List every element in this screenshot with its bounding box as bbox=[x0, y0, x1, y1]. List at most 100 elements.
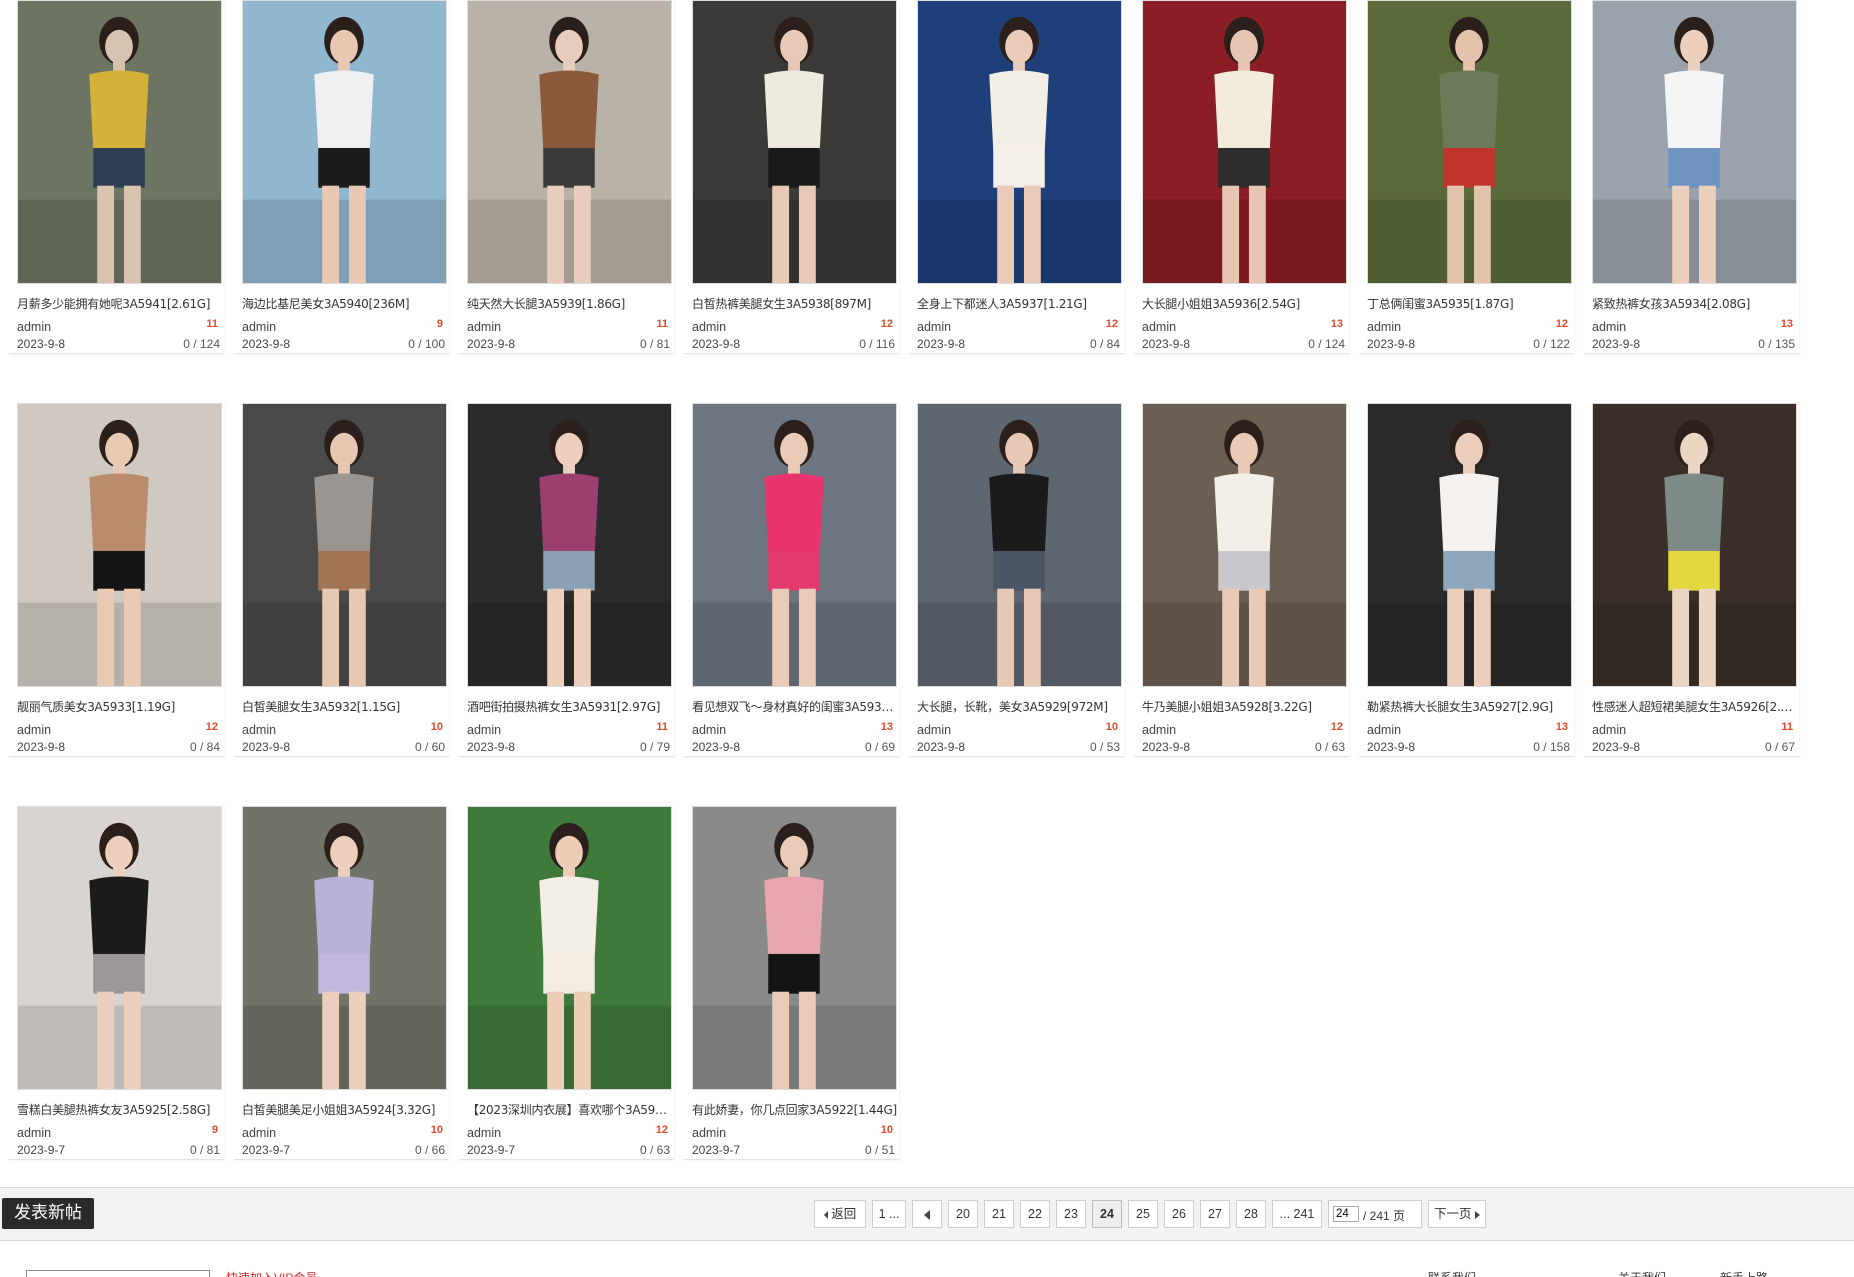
thread-title[interactable]: 大长腿小姐姐3A5936[2.54G] bbox=[1142, 295, 1347, 312]
page-first[interactable]: 1 ... bbox=[872, 1200, 906, 1228]
thread-author[interactable]: admin bbox=[1367, 723, 1401, 737]
thread-author[interactable]: admin bbox=[692, 723, 726, 737]
thread-title[interactable]: 紧致热裤女孩3A5934[2.08G] bbox=[1592, 295, 1797, 312]
page-link[interactable]: 23 bbox=[1056, 1200, 1086, 1228]
thread-title[interactable]: 酒吧街拍摄热裤女生3A5931[2.97G] bbox=[467, 698, 672, 715]
thread-title[interactable]: 性感迷人超短裙美腿女生3A5926[2.44G] bbox=[1592, 698, 1797, 715]
thread-author[interactable]: admin bbox=[1142, 320, 1176, 334]
thread-thumbnail[interactable] bbox=[467, 0, 672, 284]
thread-thumbnail[interactable] bbox=[17, 403, 222, 687]
thread-author[interactable]: admin bbox=[242, 320, 276, 334]
page-link[interactable]: 20 bbox=[948, 1200, 978, 1228]
thread-card[interactable]: 勒紧热裤大长腿女生3A5927[2.9G] admin 13 2023-9-8 0 / … bbox=[1359, 403, 1574, 757]
thread-card[interactable]: 性感迷人超短裙美腿女生3A5926[2.44G] admin 11 2023-9-8 0… bbox=[1584, 403, 1799, 757]
thread-card[interactable]: 雪糕白美腿热裤女友3A5925[2.58G] admin 9 2023-9-7 0 / … bbox=[9, 806, 224, 1160]
thread-card[interactable]: 靓丽气质美女3A5933[1.19G] admin 12 2023-9-8 0 / 84 bbox=[9, 403, 224, 757]
thread-thumbnail[interactable] bbox=[467, 403, 672, 687]
thread-thumbnail[interactable] bbox=[1592, 403, 1797, 687]
thread-thumbnail[interactable] bbox=[692, 403, 897, 687]
thread-title[interactable]: 看见想双飞～身材真好的闺蜜3A5930[1.89G] bbox=[692, 698, 897, 715]
page-last[interactable]: ... 241 bbox=[1272, 1200, 1322, 1228]
footer-contact-link[interactable]: 联系我们 bbox=[1428, 1269, 1476, 1277]
thread-title[interactable]: 白皙美腿女生3A5932[1.15G] bbox=[242, 698, 447, 715]
thread-thumbnail[interactable] bbox=[692, 806, 897, 1090]
page-link[interactable]: 27 bbox=[1200, 1200, 1230, 1228]
thread-author[interactable]: admin bbox=[17, 723, 51, 737]
page-link[interactable]: 24 bbox=[1092, 1200, 1122, 1228]
thread-card[interactable]: 有此娇妻，你几点回家3A5922[1.44G] admin 10 2023-9-7 0 … bbox=[684, 806, 899, 1160]
thread-thumbnail[interactable] bbox=[467, 806, 672, 1090]
thread-author[interactable]: admin bbox=[692, 1126, 726, 1140]
thread-title[interactable]: 靓丽气质美女3A5933[1.19G] bbox=[17, 698, 222, 715]
thread-thumbnail[interactable] bbox=[17, 0, 222, 284]
thread-thumbnail[interactable] bbox=[1367, 403, 1572, 687]
thread-author[interactable]: admin bbox=[17, 320, 51, 334]
page-link[interactable]: 25 bbox=[1128, 1200, 1158, 1228]
thread-card[interactable]: 全身上下都迷人3A5937[1.21G] admin 12 2023-9-8 0 / 8… bbox=[909, 0, 1124, 354]
thread-author[interactable]: admin bbox=[1592, 320, 1626, 334]
page-link[interactable]: 28 bbox=[1236, 1200, 1266, 1228]
thread-title[interactable]: 纯天然大长腿3A5939[1.86G] bbox=[467, 295, 672, 312]
thread-card[interactable]: 海边比基尼美女3A5940[236M] admin 9 2023-9-8 0 / 100 bbox=[234, 0, 449, 354]
thread-title[interactable]: 雪糕白美腿热裤女友3A5925[2.58G] bbox=[17, 1101, 222, 1118]
thread-title[interactable]: 有此娇妻，你几点回家3A5922[1.44G] bbox=[692, 1101, 897, 1118]
thread-title[interactable]: 勒紧热裤大长腿女生3A5927[2.9G] bbox=[1367, 698, 1572, 715]
page-link[interactable]: 22 bbox=[1020, 1200, 1050, 1228]
thread-thumbnail[interactable] bbox=[1142, 0, 1347, 284]
thread-card[interactable]: 大长腿小姐姐3A5936[2.54G] admin 13 2023-9-8 0 / 12… bbox=[1134, 0, 1349, 354]
thread-thumbnail[interactable] bbox=[692, 0, 897, 284]
thread-thumbnail[interactable] bbox=[1592, 0, 1797, 284]
thread-title[interactable]: 牛乃美腿小姐姐3A5928[3.22G] bbox=[1142, 698, 1347, 715]
thread-card[interactable]: 白皙美腿女生3A5932[1.15G] admin 10 2023-9-8 0 / 60 bbox=[234, 403, 449, 757]
footer-newbie-link[interactable]: 新手上路 bbox=[1720, 1269, 1768, 1277]
thread-title[interactable]: 白皙美腿美足小姐姐3A5924[3.32G] bbox=[242, 1101, 447, 1118]
thread-thumbnail[interactable] bbox=[1367, 0, 1572, 284]
thread-card[interactable]: 月薪多少能拥有她呢3A5941[2.61G] admin 11 2023-9-8 0 /… bbox=[9, 0, 224, 354]
thread-card[interactable]: 牛乃美腿小姐姐3A5928[3.22G] admin 12 2023-9-8 0 / 6… bbox=[1134, 403, 1349, 757]
thread-author[interactable]: admin bbox=[1592, 723, 1626, 737]
thread-title[interactable]: 全身上下都迷人3A5937[1.21G] bbox=[917, 295, 1122, 312]
thread-card[interactable]: 紧致热裤女孩3A5934[2.08G] admin 13 2023-9-8 0 / 13… bbox=[1584, 0, 1799, 354]
thread-author[interactable]: admin bbox=[467, 320, 501, 334]
thread-card[interactable]: 丁总俩闺蜜3A5935[1.87G] admin 12 2023-9-8 0 / 122 bbox=[1359, 0, 1574, 354]
page-jump-input[interactable] bbox=[1333, 1206, 1359, 1222]
thread-author[interactable]: admin bbox=[1367, 320, 1401, 334]
thread-author[interactable]: admin bbox=[692, 320, 726, 334]
thread-author[interactable]: admin bbox=[467, 723, 501, 737]
thread-thumbnail[interactable] bbox=[17, 806, 222, 1090]
thread-thumbnail[interactable] bbox=[917, 403, 1122, 687]
thread-author[interactable]: admin bbox=[242, 1126, 276, 1140]
thread-thumbnail[interactable] bbox=[1142, 403, 1347, 687]
thread-author[interactable]: admin bbox=[467, 1126, 501, 1140]
thread-card[interactable]: 【2023深圳内衣展】喜欢哪个3A5923[1.62G] admin 12 2023-… bbox=[459, 806, 674, 1160]
thread-title[interactable]: 白皙热裤美腿女生3A5938[897M] bbox=[692, 295, 897, 312]
thread-title[interactable]: 月薪多少能拥有她呢3A5941[2.61G] bbox=[17, 295, 222, 312]
new-post-button[interactable]: 发表新帖 bbox=[2, 1198, 94, 1229]
thread-title[interactable]: 海边比基尼美女3A5940[236M] bbox=[242, 295, 447, 312]
thread-title[interactable]: 【2023深圳内衣展】喜欢哪个3A5923[1.62G] bbox=[467, 1101, 672, 1118]
footer-about-link[interactable]: 关于我们 bbox=[1618, 1269, 1666, 1277]
thread-author[interactable]: admin bbox=[17, 1126, 51, 1140]
thread-card[interactable]: 看见想双飞～身材真好的闺蜜3A5930[1.89G] admin 13 2023-9-… bbox=[684, 403, 899, 757]
thread-card[interactable]: 白皙美腿美足小姐姐3A5924[3.32G] admin 10 2023-9-7 0 /… bbox=[234, 806, 449, 1160]
page-link[interactable]: 26 bbox=[1164, 1200, 1194, 1228]
thread-card[interactable]: 白皙热裤美腿女生3A5938[897M] admin 12 2023-9-8 0 / 1… bbox=[684, 0, 899, 354]
thread-author[interactable]: admin bbox=[917, 320, 951, 334]
thread-author[interactable]: admin bbox=[917, 723, 951, 737]
thread-card[interactable]: 酒吧街拍摄热裤女生3A5931[2.97G] admin 11 2023-9-8 0 /… bbox=[459, 403, 674, 757]
thread-card[interactable]: 纯天然大长腿3A5939[1.86G] admin 11 2023-9-8 0 / 81 bbox=[459, 0, 674, 354]
thread-title[interactable]: 大长腿，长靴，美女3A5929[972M] bbox=[917, 698, 1122, 715]
thread-thumbnail[interactable] bbox=[917, 0, 1122, 284]
next-page-button[interactable]: 下一页 bbox=[1428, 1200, 1486, 1228]
thread-thumbnail[interactable] bbox=[242, 0, 447, 284]
prev-page-button[interactable] bbox=[912, 1200, 942, 1228]
thread-title[interactable]: 丁总俩闺蜜3A5935[1.87G] bbox=[1367, 295, 1572, 312]
back-button[interactable]: 返回 bbox=[814, 1200, 866, 1228]
thread-thumbnail[interactable] bbox=[242, 403, 447, 687]
thread-author[interactable]: admin bbox=[1142, 723, 1176, 737]
thread-card[interactable]: 大长腿，长靴，美女3A5929[972M] admin 10 2023-9-8 0 / … bbox=[909, 403, 1124, 757]
vip-join-link[interactable]: 快速加入VIP会员 bbox=[226, 1269, 326, 1277]
thread-author[interactable]: admin bbox=[242, 723, 276, 737]
thread-thumbnail[interactable] bbox=[242, 806, 447, 1090]
page-link[interactable]: 21 bbox=[984, 1200, 1014, 1228]
